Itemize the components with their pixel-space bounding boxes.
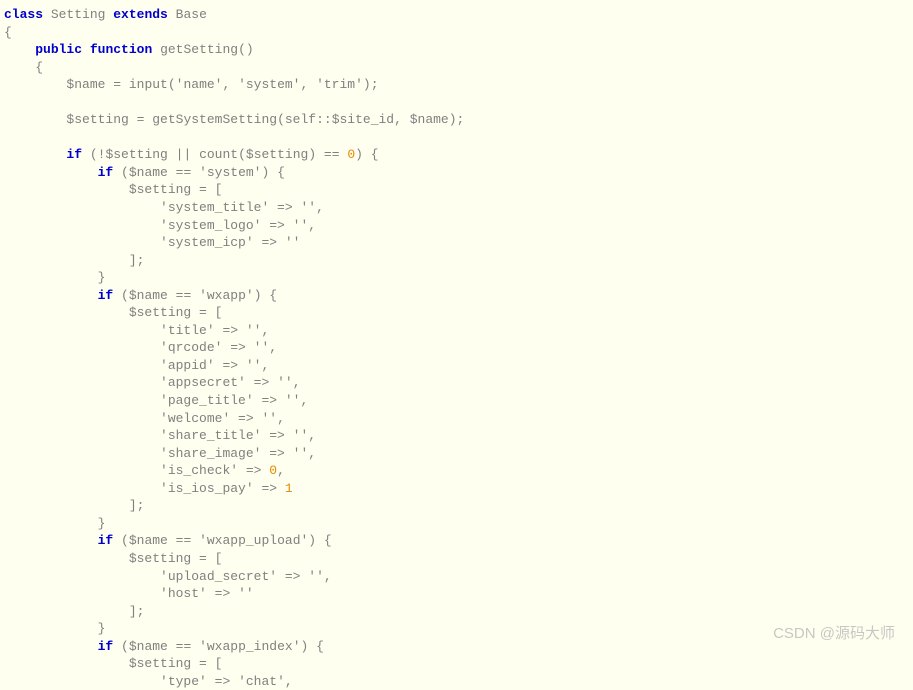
code-line: public function getSetting()	[4, 42, 254, 57]
code-line: 'appsecret' => '',	[4, 375, 301, 390]
code-line: if ($name == 'wxapp_upload') {	[4, 533, 332, 548]
code-line: ];	[4, 498, 144, 513]
code-line: 'is_check' => 0,	[4, 463, 285, 478]
code-line: 'is_ios_pay' => 1	[4, 481, 293, 496]
code-line: 'share_image' => '',	[4, 446, 316, 461]
code-line: {	[4, 60, 43, 75]
code-line: if ($name == 'wxapp') {	[4, 288, 277, 303]
code-line: $setting = [	[4, 551, 222, 566]
watermark: CSDN @源码大师	[773, 624, 895, 644]
code-line: 'page_title' => '',	[4, 393, 308, 408]
code-line: $setting = [	[4, 305, 222, 320]
code-line: 'type' => 'chat',	[4, 674, 293, 689]
code-line: ];	[4, 604, 144, 619]
code-line: $setting = [	[4, 182, 222, 197]
code-line: 'system_title' => '',	[4, 200, 324, 215]
code-line: 'welcome' => '',	[4, 411, 285, 426]
code-line: if ($name == 'wxapp_index') {	[4, 639, 324, 654]
code-line: }	[4, 270, 105, 285]
code-line: {	[4, 25, 12, 40]
code-editor[interactable]: class Setting extends Base { public func…	[4, 6, 909, 690]
code-line: 'qrcode' => '',	[4, 340, 277, 355]
code-line: 'system_logo' => '',	[4, 218, 316, 233]
code-line: 'title' => '',	[4, 323, 269, 338]
code-line: $setting = getSystemSetting(self::$site_…	[4, 112, 464, 127]
code-line: }	[4, 621, 105, 636]
code-line: 'upload_secret' => '',	[4, 569, 332, 584]
code-line: 'appid' => '',	[4, 358, 269, 373]
code-line: ];	[4, 253, 144, 268]
code-line: $name = input('name', 'system', 'trim');	[4, 77, 379, 92]
code-line: if (!$setting || count($setting) == 0) {	[4, 147, 379, 162]
code-line: 'host' => ''	[4, 586, 254, 601]
code-line: class Setting extends Base	[4, 7, 207, 22]
code-line: if ($name == 'system') {	[4, 165, 285, 180]
code-line: 'share_title' => '',	[4, 428, 316, 443]
code-line: }	[4, 516, 105, 531]
code-line: 'system_icp' => ''	[4, 235, 300, 250]
